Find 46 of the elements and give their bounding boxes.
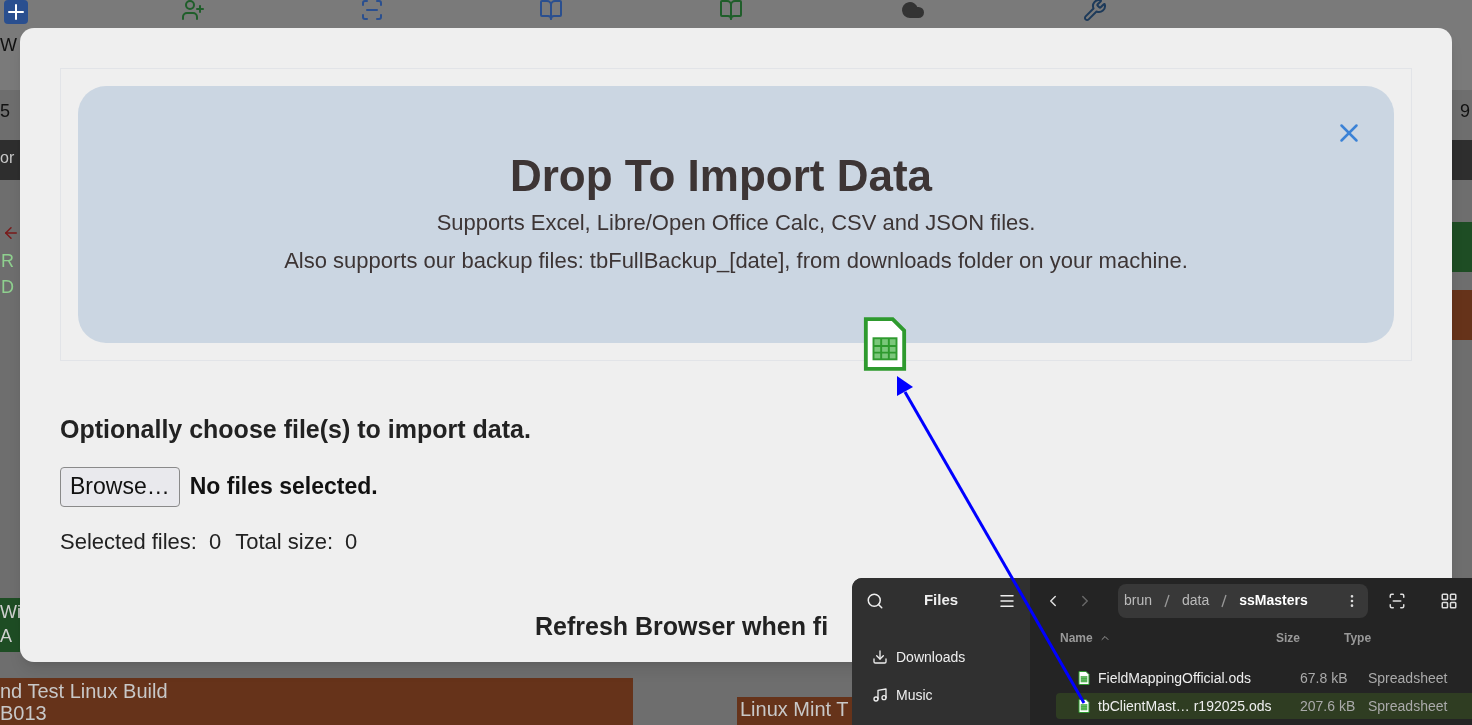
music-icon bbox=[872, 687, 888, 703]
column-header[interactable]: Type bbox=[1344, 629, 1372, 647]
selected-label: Selected files: bbox=[60, 527, 197, 556]
task-text: nd Test Linux Build bbox=[0, 680, 168, 702]
drop-description: Supports Excel, Libre/Open Office Calc, CSV and JSON files. bbox=[436, 209, 1036, 237]
browse-button[interactable]: Browse… bbox=[60, 466, 180, 507]
sidebar-item[interactable]: Music bbox=[852, 683, 1030, 707]
size-value: 0 bbox=[345, 527, 358, 556]
entry-text: D bbox=[1, 276, 14, 299]
add-icon[interactable] bbox=[4, 0, 28, 24]
drop-title: Drop To Import Data bbox=[509, 150, 933, 202]
task-text: B013 bbox=[0, 702, 47, 724]
sidebar-item[interactable]: Downloads bbox=[852, 645, 1030, 669]
file-status: No files selected. bbox=[189, 472, 378, 502]
tab-label[interactable]: 5 bbox=[0, 102, 10, 120]
file-row[interactable]: tbClientMast… r192025.ods 207.6 kB Spreadsheet bbox=[1056, 693, 1472, 719]
size-label: Total size: bbox=[235, 527, 334, 556]
column-header[interactable]: Size bbox=[1276, 629, 1344, 647]
path-separator-icon bbox=[1164, 593, 1171, 608]
file-row[interactable]: FieldMappingOfficial.ods 67.8 kB Spreadsheet bbox=[1056, 665, 1472, 691]
spreadsheet-icon bbox=[862, 315, 908, 373]
search-icon[interactable] bbox=[866, 591, 884, 610]
download-icon bbox=[872, 649, 888, 665]
entry-text: R bbox=[1, 250, 14, 273]
toolbar-text: W bbox=[0, 36, 17, 54]
path-segment[interactable]: ssMasters bbox=[1239, 590, 1308, 611]
tab-label[interactable]: 9 bbox=[1460, 102, 1470, 120]
path-segment[interactable]: brun bbox=[1124, 590, 1153, 611]
spreadsheet-icon bbox=[1078, 671, 1090, 685]
spreadsheet-icon bbox=[1078, 699, 1090, 713]
row-label: or bbox=[0, 149, 15, 166]
window-title: Files bbox=[922, 590, 960, 611]
drop-description: Also supports our backup files: tbFullBackup_[date], from downloads folder on your machine. bbox=[284, 247, 1188, 275]
selected-count: 0 bbox=[208, 527, 222, 556]
grid-view-icon[interactable] bbox=[1440, 591, 1458, 610]
task-card bbox=[1452, 222, 1472, 272]
path-separator-icon bbox=[1221, 593, 1228, 608]
choose-prompt: Optionally choose file(s) to import data. bbox=[60, 414, 532, 445]
drop-zone[interactable]: Drop To Import Data Supports Excel, Libre/Open Office Calc, CSV and JSON files. Also supports our backup files: tbFullBackup_[date], from downloads folder on your machine. bbox=[78, 86, 1394, 343]
task-text: Wi bbox=[0, 601, 20, 624]
task-text: Linux Mint T bbox=[740, 698, 849, 720]
column-header[interactable]: Name bbox=[1030, 629, 1276, 647]
refresh-note: Refresh Browser when fi bbox=[535, 611, 829, 642]
task-text: A bbox=[0, 625, 13, 648]
path-segment[interactable]: data bbox=[1182, 590, 1210, 611]
task-card bbox=[1452, 290, 1472, 340]
